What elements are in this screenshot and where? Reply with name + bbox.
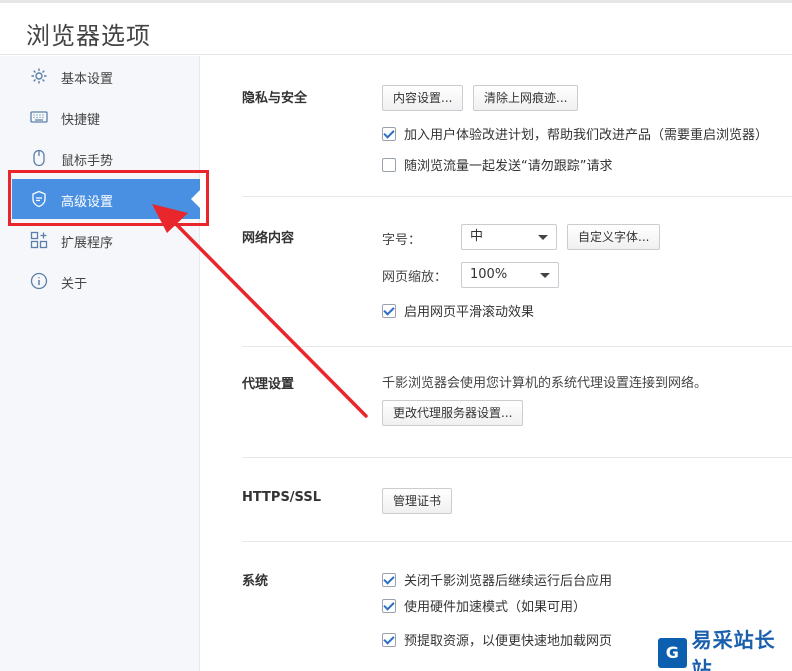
clear-history-button[interactable]: 清除上网痕迹... [473,85,579,111]
chevron-down-icon [538,235,548,240]
keyboard-icon [30,111,48,123]
change-proxy-button[interactable]: 更改代理服务器设置... [382,400,524,426]
mouse-icon [33,149,45,167]
sidebar-item-label: 鼠标手势 [61,154,114,169]
section-title-system: 系统 [242,574,269,589]
section-title-https: HTTPS/SSL [242,490,321,505]
section-title-privacy: 隐私与安全 [242,91,308,106]
sidebar-item-about[interactable]: 关于 [12,261,200,301]
proxy-description: 千影浏览器会使用您计算机的系统代理设置连接到网络。 [382,376,708,391]
zoom-label: 网页缩放： [382,270,448,285]
settings-content: 隐私与安全 内容设置... 清除上网痕迹... 加入用户体验改进计划，帮助我们改… [200,56,792,671]
sidebar-item-basic[interactable]: 基本设置 [12,56,200,96]
font-size-select[interactable]: 中 [461,224,557,250]
gear-icon [31,68,47,84]
hardware-accel-checkbox[interactable]: 使用硬件加速模式（如果可用） [382,596,586,615]
sidebar-item-label: 基本设置 [61,72,114,87]
checkbox-unchecked[interactable] [382,157,396,172]
sidebar-item-extensions[interactable]: 扩展程序 [12,220,200,260]
section-divider [242,346,792,347]
sidebar-item-shortcuts[interactable]: 快捷键 [12,97,200,137]
sidebar: 基本设置 快捷键 鼠标手势 高级设置 扩展程序 关于 [0,56,201,671]
highlight-box [8,170,209,226]
page-title: 浏览器选项 [26,22,151,50]
extensions-icon [30,231,48,249]
section-divider [242,457,792,458]
watermark: G 易采站长站 [656,628,792,671]
custom-font-button[interactable]: 自定义字体... [567,224,661,250]
checkbox-checked[interactable] [382,126,396,141]
chevron-down-icon [540,273,550,278]
section-divider [242,196,792,197]
improve-plan-checkbox[interactable]: 加入用户体验改进计划，帮助我们改进产品（需要重启浏览器） [382,124,768,143]
sidebar-item-label: 快捷键 [61,113,101,128]
content-settings-button[interactable]: 内容设置... [382,85,464,111]
section-divider [242,541,792,542]
info-icon [30,272,48,290]
checkbox-checked[interactable] [382,303,396,318]
header: 浏览器选项 [0,3,792,55]
checkbox-checked[interactable] [382,572,396,587]
watermark-logo-icon: G [658,637,687,668]
checkbox-checked[interactable] [382,632,396,647]
prefetch-checkbox[interactable]: 预提取资源，以便更快速地加载网页 [382,630,612,649]
sidebar-item-label: 扩展程序 [61,236,114,251]
watermark-text: 易采站长站 [691,627,776,671]
zoom-select[interactable]: 100% [461,262,559,288]
background-apps-checkbox[interactable]: 关闭千影浏览器后继续运行后台应用 [382,570,612,589]
checkbox-checked[interactable] [382,598,396,613]
dnt-checkbox[interactable]: 随浏览流量一起发送“请勿跟踪”请求 [382,155,612,174]
font-size-label: 字号： [382,233,422,248]
smooth-scroll-checkbox[interactable]: 启用网页平滑滚动效果 [382,301,534,320]
sidebar-item-label: 关于 [61,277,88,292]
section-title-proxy: 代理设置 [242,377,295,392]
manage-certificates-button[interactable]: 管理证书 [382,488,453,514]
section-title-web-content: 网络内容 [242,231,295,246]
